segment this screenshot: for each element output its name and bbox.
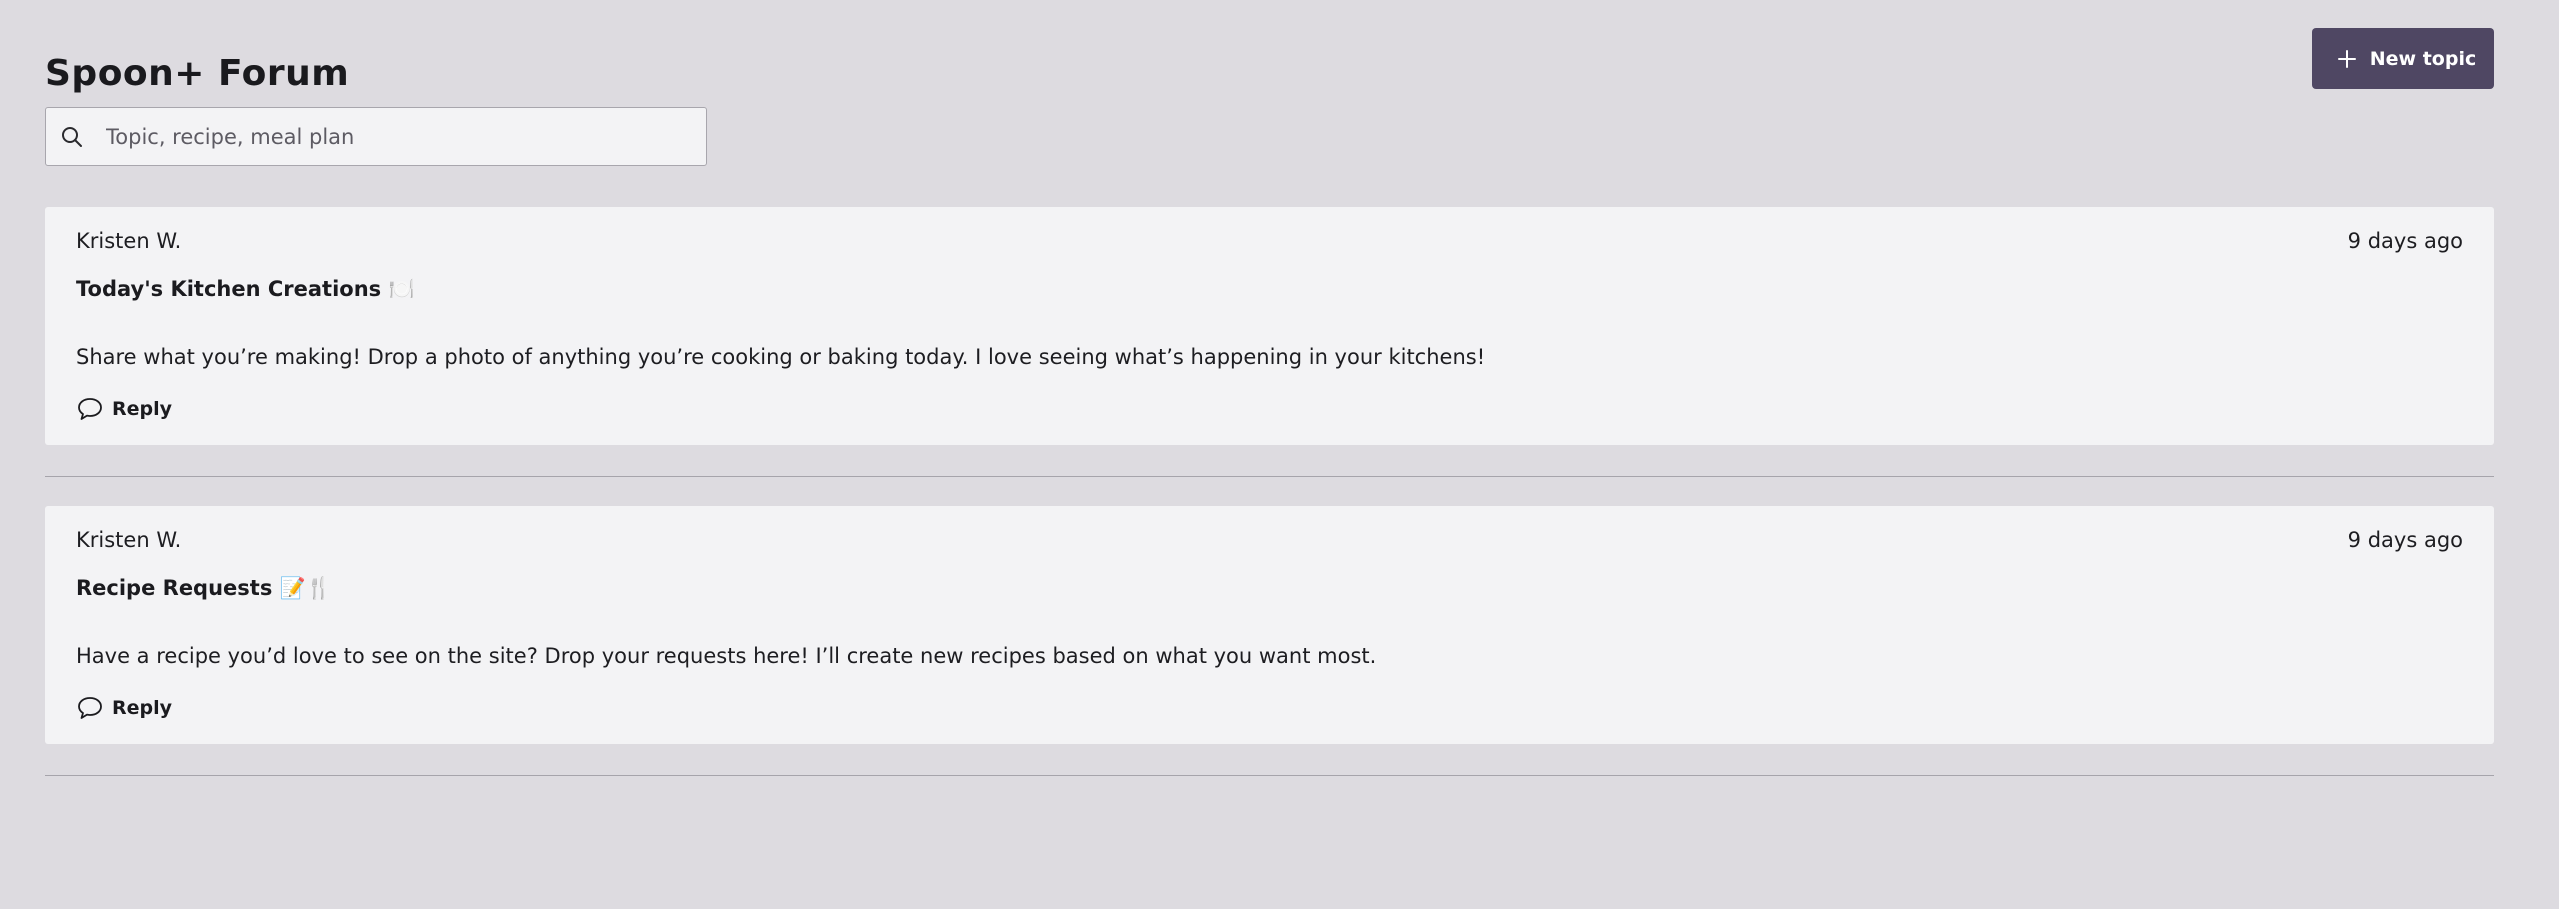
search-box[interactable] [45,107,707,166]
plus-icon [2337,49,2356,68]
topic-list: Kristen W. 9 days ago Today's Kitchen Cr… [45,207,2494,805]
comment-icon [78,398,102,420]
topic-author: Kristen W. [76,229,182,253]
new-topic-label: New topic [2369,47,2477,70]
topic-timestamp: 9 days ago [2347,528,2463,552]
reply-label: Reply [112,697,173,719]
reply-label: Reply [112,398,173,420]
divider [45,476,2494,477]
divider [45,775,2494,776]
topic-timestamp: 9 days ago [2347,229,2463,253]
page-title: Spoon+ Forum [45,53,350,95]
comment-icon [78,697,102,719]
topic-author: Kristen W. [76,528,182,552]
topic-title[interactable]: Today's Kitchen Creations 🍽️ [76,277,415,302]
reply-button[interactable]: Reply [76,396,172,422]
new-topic-button[interactable]: New topic [2312,28,2494,89]
topic-body: Have a recipe you’d love to see on the s… [76,644,1377,668]
topic-card: Kristen W. 9 days ago Today's Kitchen Cr… [45,207,2494,445]
topic-card: Kristen W. 9 days ago Recipe Requests 📝🍴… [45,506,2494,744]
topic-body: Share what you’re making! Drop a photo o… [76,345,1486,369]
topic-title[interactable]: Recipe Requests 📝🍴 [76,576,332,601]
search-input[interactable] [106,116,666,157]
search-icon [62,126,82,147]
reply-button[interactable]: Reply [76,695,172,721]
page-header: Spoon+ Forum New topic [45,0,2494,110]
